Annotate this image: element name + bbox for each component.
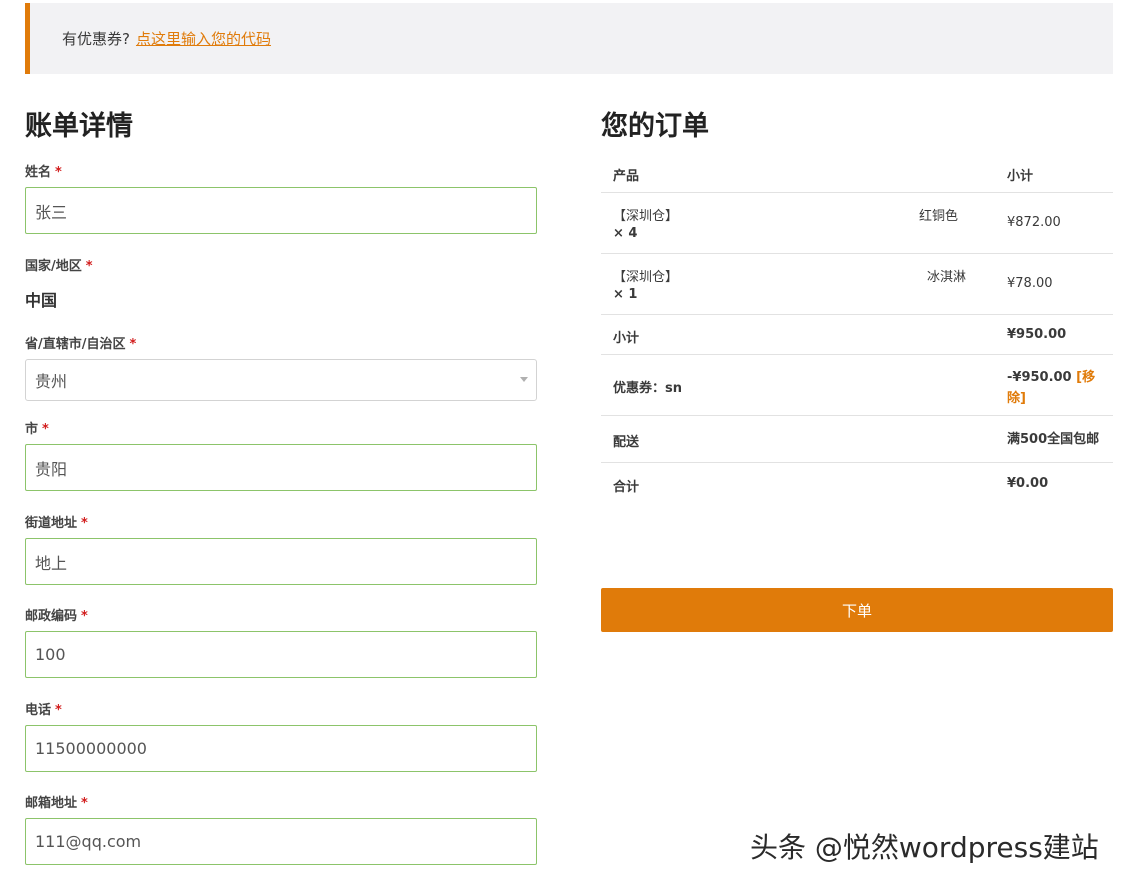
watermark-text: 头条 @悦然wordpress建站: [750, 831, 1099, 864]
street-label: 街道地址 *: [25, 516, 88, 531]
billing-title: 账单详情: [25, 111, 133, 142]
order-title: 您的订单: [601, 111, 709, 142]
total-label: 合计: [613, 480, 640, 495]
postcode-label: 邮政编码 *: [25, 609, 88, 624]
enter-coupon-link[interactable]: 点这里输入您的代码: [136, 28, 271, 49]
product-price: ¥872.00: [1007, 215, 1061, 230]
phone-field[interactable]: 11500000000: [25, 725, 537, 772]
table-row: 【深圳仓】 红铜色 × 4 ¥872.00: [601, 193, 1113, 254]
product-price: ¥78.00: [1007, 276, 1053, 291]
name-label: 姓名 *: [25, 165, 62, 180]
chevron-down-icon: [520, 377, 528, 382]
city-field[interactable]: 贵阳: [25, 444, 537, 491]
postcode-field[interactable]: 100: [25, 631, 537, 678]
total-value: ¥0.00: [1007, 476, 1049, 491]
coupon-value: -¥950.00 [移除]: [1007, 370, 1096, 406]
subtotal-value: ¥950.00: [1007, 327, 1067, 342]
email-field[interactable]: 111@qq.com: [25, 818, 537, 865]
subtotal-row: 小计 ¥950.00: [601, 315, 1113, 355]
city-label: 市 *: [25, 422, 49, 437]
product-variant: 冰淇淋: [927, 270, 967, 285]
product-header: 产品: [613, 169, 640, 184]
total-row: 合计 ¥0.00: [601, 463, 1113, 503]
coupon-row: 优惠券：sn -¥950.00 [移除]: [601, 355, 1113, 416]
province-label: 省/直辖市/自治区 *: [25, 337, 137, 352]
shipping-label: 配送: [613, 435, 640, 450]
product-qty: × 4: [613, 226, 638, 241]
country-label: 国家/地区 *: [25, 259, 93, 274]
shipping-value: 满500全国包邮: [1007, 432, 1100, 447]
coupon-notice: 有优惠券? 点这里输入您的代码: [25, 3, 1113, 74]
shipping-row: 配送 满500全国包邮: [601, 416, 1113, 463]
product-qty: × 1: [613, 287, 638, 302]
product-name: 【深圳仓】: [613, 270, 679, 285]
email-label: 邮箱地址 *: [25, 796, 88, 811]
product-variant: 红铜色: [919, 209, 959, 224]
coupon-label: 优惠券：sn: [613, 381, 682, 396]
street-field[interactable]: 地上: [25, 538, 537, 585]
coupon-prompt: 有优惠券?: [62, 30, 130, 48]
province-select[interactable]: 贵州: [25, 359, 537, 401]
subtotal-header: 小计: [1007, 169, 1034, 184]
subtotal-label: 小计: [613, 331, 640, 346]
name-field[interactable]: 张三: [25, 187, 537, 234]
product-name: 【深圳仓】: [613, 209, 679, 224]
country-value: 中国: [25, 291, 58, 310]
order-table-header: 产品 小计: [601, 152, 1113, 193]
phone-label: 电话 *: [25, 703, 62, 718]
table-row: 【深圳仓】 冰淇淋 × 1 ¥78.00: [601, 254, 1113, 315]
place-order-button[interactable]: 下单: [601, 588, 1113, 632]
